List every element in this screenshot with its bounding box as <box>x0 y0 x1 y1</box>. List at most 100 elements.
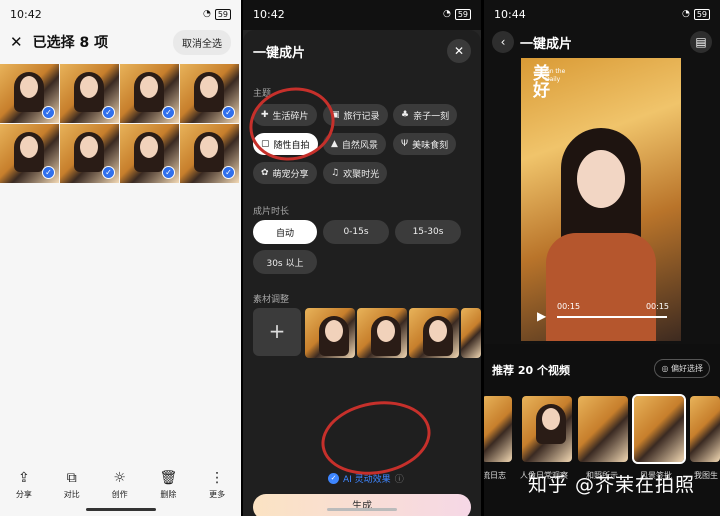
check-icon: ✓ <box>328 473 339 484</box>
action-label: 删除 <box>160 490 177 499</box>
material-label: 素材调整 <box>253 295 290 305</box>
deselect-all-button[interactable]: 取消全选 <box>173 29 231 55</box>
video-card[interactable] <box>690 396 720 462</box>
home-indicator <box>327 508 397 511</box>
duration-chip[interactable]: 30s 以上 <box>253 250 317 274</box>
video-subject-body <box>546 233 656 341</box>
check-icon[interactable]: ✓ <box>42 166 55 179</box>
quick-video-sheet-screen: 10:42 ◔ 59 一键成片 ✕ 主题 ✚ 生活碎片 ▣ 旅行记录 ♣ 亲子一刻 ▢ 随… <box>243 0 481 516</box>
material-thumbnail[interactable] <box>357 308 407 358</box>
poster-subtitle-line: On the <box>545 68 566 75</box>
photo-thumbnail[interactable]: ✓ <box>180 64 239 123</box>
photo-thumbnail[interactable]: ✓ <box>60 124 119 183</box>
current-time: 00:15 <box>557 302 581 311</box>
check-icon[interactable]: ✓ <box>102 106 115 119</box>
close-icon[interactable]: ✕ <box>447 39 471 63</box>
video-card-selected[interactable] <box>632 394 686 464</box>
create-button[interactable]: ☼ 创作 <box>112 470 128 500</box>
status-bar: 10:42 ◔ 59 <box>243 0 481 28</box>
wifi-icon: ◔ <box>442 9 451 19</box>
add-material-button[interactable]: + <box>253 308 301 356</box>
theme-chip[interactable]: ✿ 萌宠分享 <box>253 162 317 184</box>
material-thumbnail[interactable] <box>409 308 459 358</box>
check-icon[interactable]: ✓ <box>222 106 235 119</box>
poster-subtitle-line: Daily <box>545 76 561 83</box>
material-thumbnail[interactable] <box>461 308 481 358</box>
action-label: 更多 <box>209 490 226 499</box>
material-thumbnail[interactable] <box>305 308 355 358</box>
quick-video-result-screen: 10:44 ◔ 59 ‹ 一键成片 ▤ 美好 On the Daily ▶ 00:1… <box>484 0 720 516</box>
status-icons: ◔ 59 <box>442 8 471 20</box>
bottom-action-bar: ⇪ 分享 ⧉ 对比 ☼ 创作 🗑 删除 ⋮ 更多 <box>0 470 241 500</box>
status-time: 10:42 <box>10 7 42 21</box>
more-button[interactable]: ⋮ 更多 <box>209 470 225 500</box>
status-time: 10:44 <box>494 7 526 21</box>
compare-button[interactable]: ⧉ 对比 <box>64 470 80 500</box>
generate-button[interactable]: 生成 <box>253 494 471 516</box>
chip-label: 欢聚时光 <box>343 169 380 180</box>
more-icon: ⋮ <box>210 470 225 486</box>
check-icon[interactable]: ✓ <box>162 106 175 119</box>
poster-subtitle: On the Daily <box>545 68 565 84</box>
theme-chip[interactable]: ♫ 欢聚时光 <box>323 162 388 184</box>
check-icon[interactable]: ✓ <box>102 166 115 179</box>
duration-chip[interactable]: 15-30s <box>395 220 461 244</box>
status-bar: 10:44 ◔ 59 <box>484 0 720 28</box>
duration-chip[interactable]: 0-15s <box>323 220 389 244</box>
photo-thumbnail[interactable]: ✓ <box>120 124 179 183</box>
page-title: 已选择 8 项 <box>32 35 109 51</box>
wifi-icon: ◔ <box>681 9 690 19</box>
total-time: 00:15 <box>645 302 669 311</box>
chip-label: 旅行记录 <box>343 111 380 122</box>
play-icon[interactable]: ▶ <box>537 309 546 323</box>
photo-thumbnail[interactable]: ✓ <box>0 124 59 183</box>
photo-thumbnail[interactable]: ✓ <box>180 124 239 183</box>
back-icon[interactable]: ‹ <box>492 31 514 53</box>
theme-chip[interactable]: ♣ 亲子一刻 <box>393 104 458 126</box>
wifi-icon: ◔ <box>202 9 211 19</box>
home-indicator <box>85 508 156 511</box>
photo-thumbnail[interactable]: ✓ <box>120 64 179 123</box>
theme-chip[interactable]: Ψ 美味食刻 <box>393 133 457 155</box>
check-icon[interactable]: ✓ <box>162 166 175 179</box>
info-icon[interactable]: ⓘ <box>395 472 404 485</box>
photo-thumbnail[interactable]: ✓ <box>60 64 119 123</box>
action-label: 分享 <box>15 490 32 499</box>
close-icon[interactable]: ✕ <box>10 33 23 51</box>
video-card[interactable] <box>578 396 628 462</box>
watermark: 知乎 @芥茉在拍照 <box>528 474 696 496</box>
page-title: 一键成片 <box>520 36 573 52</box>
compare-icon: ⧉ <box>66 470 77 486</box>
status-time: 10:42 <box>253 7 285 21</box>
progress-track[interactable] <box>557 316 667 318</box>
video-preview[interactable]: 美好 On the Daily ▶ 00:15 00:15 <box>521 58 681 341</box>
recommend-title: 推荐 20 个视频 <box>492 364 570 377</box>
trash-icon: 🗑 <box>159 470 178 486</box>
theme-chip[interactable]: ▲ 自然风景 <box>323 133 386 155</box>
status-bar: 10:42 ◔ 59 <box>0 0 241 28</box>
card-label: 我图生 <box>694 471 718 480</box>
family-icon: ♣ <box>401 110 410 120</box>
check-icon[interactable]: ✓ <box>42 106 55 119</box>
action-label: 对比 <box>63 490 80 499</box>
bulb-icon: ☼ <box>113 470 126 486</box>
photo-thumbnail[interactable]: ✓ <box>0 64 59 123</box>
status-icons: ◔ 59 <box>202 8 231 20</box>
battery-icon: 59 <box>454 8 471 20</box>
chip-label: 萌宠分享 <box>272 169 309 180</box>
save-icon[interactable]: ▤ <box>690 31 712 53</box>
chip-label: 自然风景 <box>341 140 378 151</box>
share-button[interactable]: ⇪ 分享 <box>16 470 32 500</box>
preference-label: 偏好选择 <box>671 364 703 373</box>
duration-chip-selected[interactable]: 自动 <box>253 220 317 244</box>
action-label: 创作 <box>111 490 128 499</box>
video-card[interactable] <box>484 396 512 462</box>
gallery-selection-screen: 10:42 ◔ 59 ✕ 已选择 8 项 取消全选 ✓ ✓ ✓ ✓ ✓ ✓ ✓ ✓… <box>0 0 241 516</box>
selection-header: ✕ 已选择 8 项 取消全选 <box>0 28 241 56</box>
result-header: ‹ 一键成片 ▤ <box>484 30 720 54</box>
delete-button[interactable]: 🗑 删除 <box>159 470 177 500</box>
preference-button[interactable]: ◎ 偏好选择 <box>654 359 710 378</box>
video-card[interactable] <box>522 396 572 462</box>
check-icon[interactable]: ✓ <box>222 166 235 179</box>
share-icon: ⇪ <box>18 470 30 486</box>
